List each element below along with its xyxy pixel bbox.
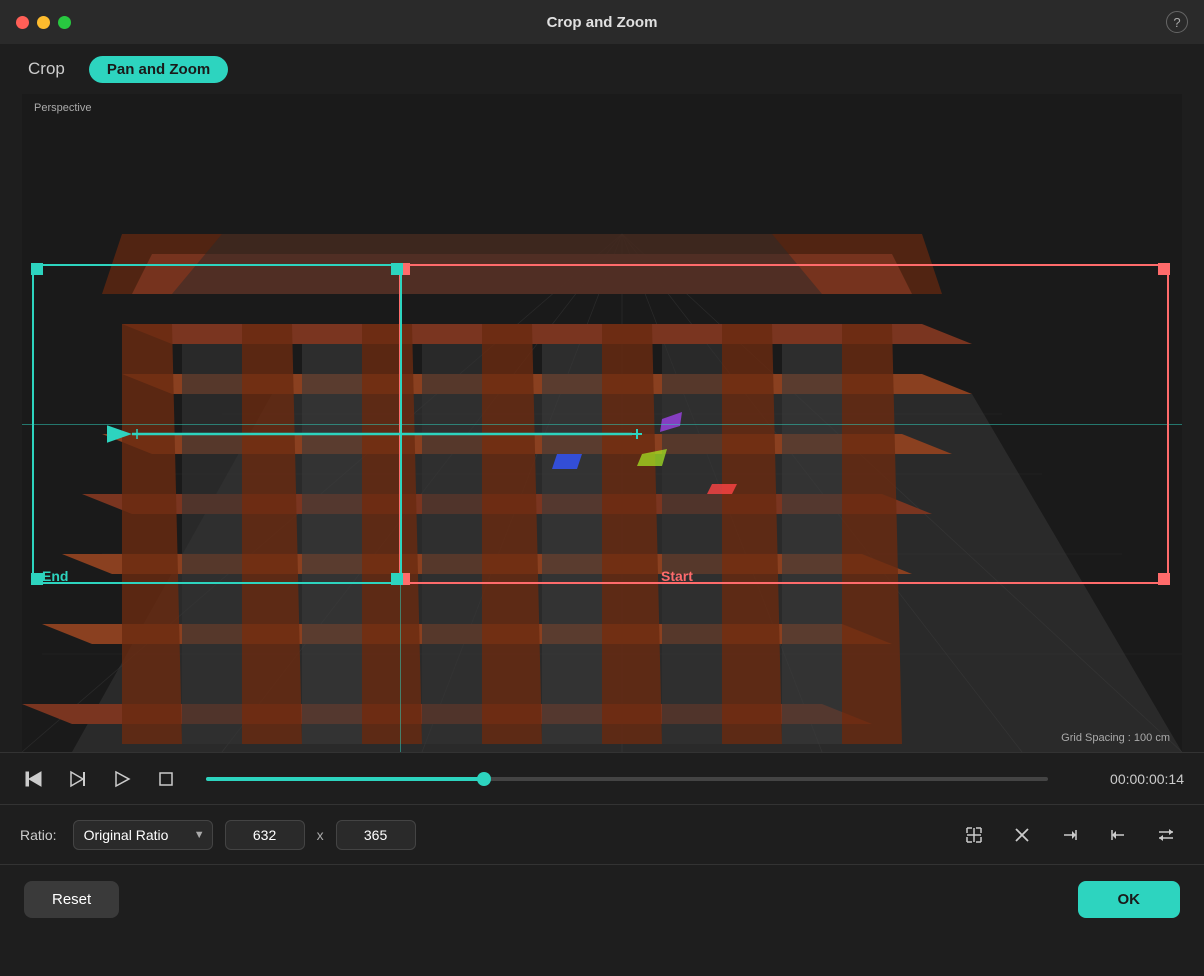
play-forward-icon: [68, 769, 88, 789]
maximize-button[interactable]: [58, 16, 71, 29]
window-title: Crop and Zoom: [547, 14, 658, 31]
maximize-icon-btn[interactable]: [956, 817, 992, 853]
dimension-x-label: x: [317, 827, 324, 843]
help-button[interactable]: ?: [1166, 11, 1188, 33]
pan-arrow: [72, 404, 672, 464]
stop-button[interactable]: [152, 765, 180, 793]
video-area: Perspective Grid Spacing : 100 cm Start …: [22, 94, 1182, 752]
start-corner-tr: [1158, 263, 1170, 275]
end-label: End: [42, 568, 68, 584]
snap-right-icon-btn[interactable]: [1052, 817, 1088, 853]
crop-button[interactable]: Crop: [20, 55, 73, 83]
minimize-button[interactable]: [37, 16, 50, 29]
end-corner-tr: [391, 263, 403, 275]
pan-zoom-button[interactable]: Pan and Zoom: [89, 56, 228, 83]
maximize-icon: [965, 826, 983, 844]
width-input[interactable]: [225, 820, 305, 850]
window-controls[interactable]: [16, 16, 71, 29]
toolbar: Crop Pan and Zoom: [0, 44, 1204, 94]
start-label: Start: [661, 568, 693, 584]
title-bar: Crop and Zoom ?: [0, 0, 1204, 44]
footer-bar: Reset OK: [0, 864, 1204, 934]
ratio-dropdown-wrapper: Original Ratio 16:9 4:3 1:1 9:16 Custom …: [73, 820, 213, 850]
close-icon-btn[interactable]: [1004, 817, 1040, 853]
end-corner-tl: [31, 263, 43, 275]
snap-left-icon: [1109, 826, 1127, 844]
end-corner-br: [391, 573, 403, 585]
timeline-thumb[interactable]: [477, 772, 491, 786]
reset-button[interactable]: Reset: [24, 881, 119, 918]
swap-icon-btn[interactable]: [1148, 817, 1184, 853]
timeline-slider[interactable]: [206, 777, 1048, 781]
ratio-label: Ratio:: [20, 827, 57, 843]
step-back-button[interactable]: [20, 765, 48, 793]
swap-icon: [1157, 826, 1175, 844]
ok-button[interactable]: OK: [1078, 881, 1181, 918]
timeline-fill: [206, 777, 484, 781]
playback-bar: 00:00:00:14: [0, 752, 1204, 804]
play-icon: [112, 769, 132, 789]
start-corner-br: [1158, 573, 1170, 585]
bottom-controls: Ratio: Original Ratio 16:9 4:3 1:1 9:16 …: [0, 804, 1204, 864]
close-icon: [1014, 827, 1030, 843]
play-forward-button[interactable]: [64, 765, 92, 793]
perspective-label: Perspective: [34, 102, 91, 114]
time-display: 00:00:00:14: [1074, 771, 1184, 787]
close-button[interactable]: [16, 16, 29, 29]
step-back-icon: [24, 769, 44, 789]
grid-spacing-label: Grid Spacing : 100 cm: [1061, 732, 1170, 744]
stop-icon: [156, 769, 176, 789]
height-input[interactable]: [336, 820, 416, 850]
ratio-select[interactable]: Original Ratio 16:9 4:3 1:1 9:16 Custom: [73, 820, 213, 850]
snap-right-icon: [1061, 826, 1079, 844]
snap-left-icon-btn[interactable]: [1100, 817, 1136, 853]
play-button[interactable]: [108, 765, 136, 793]
